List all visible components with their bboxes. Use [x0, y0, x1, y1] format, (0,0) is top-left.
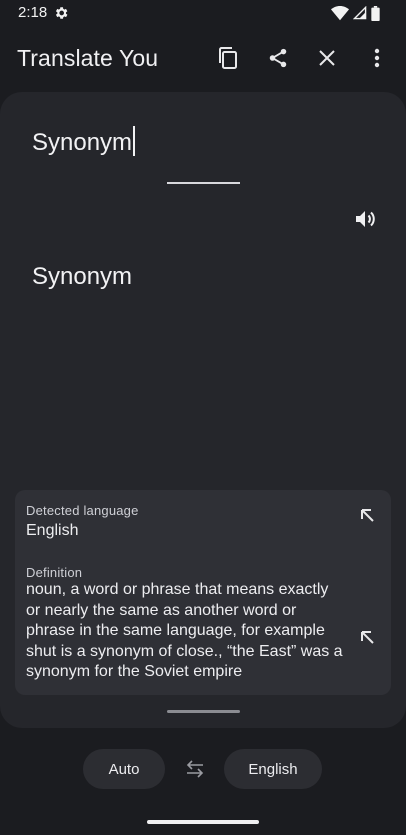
definition-text: noun, a word or phrase that means exactl…: [26, 581, 343, 681]
source-text-value: Synonym: [32, 129, 133, 156]
close-button[interactable]: [315, 44, 339, 72]
status-time: 2:18: [18, 4, 48, 21]
swap-arrows-icon[interactable]: [184, 758, 206, 780]
text-caret: [133, 126, 136, 156]
translation-card: Synonym Synonym Detected language Englis…: [0, 92, 406, 728]
status-bar: 2:18: [0, 0, 406, 26]
target-language-label: English: [248, 760, 298, 778]
wifi-icon: [331, 5, 349, 20]
source-language-button[interactable]: Auto: [83, 749, 165, 789]
settings-gear-icon: [55, 7, 68, 19]
copy-button[interactable]: [216, 44, 240, 72]
battery-icon: [371, 5, 380, 21]
detected-language-label: Detected language: [26, 503, 139, 518]
definition-label: Definition: [26, 565, 83, 580]
more-vert-icon: [374, 48, 380, 68]
result-text: Synonym: [32, 263, 133, 290]
gesture-nav-bar: [147, 820, 259, 824]
drag-handle[interactable]: [167, 710, 240, 713]
target-language-button[interactable]: English: [224, 749, 322, 789]
app-title: Translate You: [17, 45, 159, 71]
screen: 2:18 Translate You Synonym Synonym Detec…: [0, 0, 406, 835]
detected-language-value: English: [26, 522, 79, 539]
arrow-up-left-icon[interactable]: [358, 506, 376, 524]
arrow-up-left-icon[interactable]: [358, 628, 376, 646]
info-panel: Detected language English Definition nou…: [15, 490, 391, 695]
close-icon: [319, 50, 335, 66]
more-options-button[interactable]: [365, 44, 389, 72]
divider: [167, 182, 240, 184]
status-icons: [331, 5, 380, 21]
source-language-label: Auto: [108, 760, 140, 778]
source-text-input[interactable]: Synonym: [32, 126, 136, 157]
copy-icon: [219, 47, 237, 69]
volume-icon[interactable]: [352, 207, 378, 231]
share-button[interactable]: [266, 44, 290, 72]
signal-icon: [353, 6, 367, 20]
share-icon: [269, 48, 287, 68]
app-bar: Translate You: [0, 30, 406, 86]
